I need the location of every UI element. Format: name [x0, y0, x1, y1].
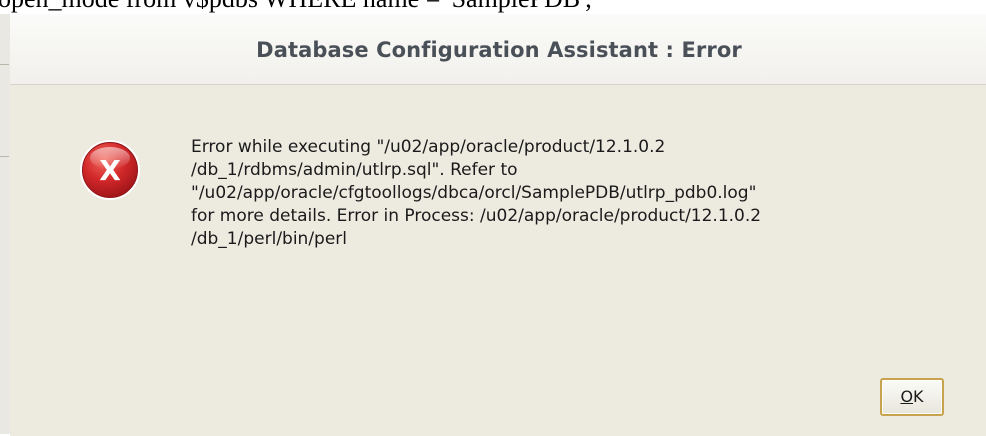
- dialog-title: Database Configuration Assistant : Error: [256, 38, 742, 62]
- error-message-line: /db_1/perl/bin/perl: [191, 229, 348, 249]
- background-document-text: open_mode from v$pdbs WHERE name = 'Samp…: [0, 0, 592, 14]
- error-message: Error while executing "/u02/app/oracle/p…: [191, 136, 971, 251]
- error-message-line: "/u02/app/oracle/cfgtoollogs/dbca/orcl/S…: [191, 183, 757, 203]
- svg-text:X: X: [99, 154, 121, 187]
- error-dialog: Database Configuration Assistant : Error…: [10, 14, 986, 436]
- error-message-line: Error while executing "/u02/app/oracle/p…: [191, 137, 666, 157]
- ok-button[interactable]: OK: [880, 378, 944, 416]
- ok-button-mnemonic: O: [900, 387, 914, 406]
- edge-mark: [0, 64, 9, 65]
- dialog-titlebar[interactable]: Database Configuration Assistant : Error: [10, 14, 986, 85]
- edge-mark: [0, 156, 9, 157]
- error-message-line: for more details. Error in Process: /u02…: [191, 206, 762, 226]
- ok-button-label-rest: K: [913, 387, 924, 406]
- error-message-line: /db_1/rdbms/admin/utlrp.sql". Refer to: [191, 160, 518, 180]
- error-x-icon: X: [78, 138, 142, 202]
